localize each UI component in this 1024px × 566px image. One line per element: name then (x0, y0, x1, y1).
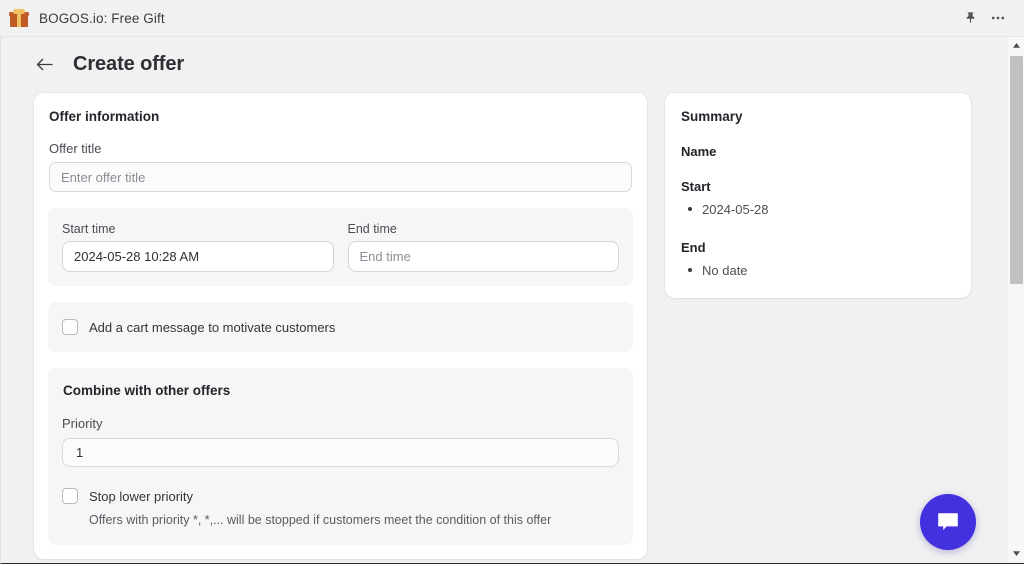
summary-end-heading: End (681, 240, 955, 255)
page-header: Create offer (1, 37, 1008, 83)
offer-information-title: Offer information (48, 109, 633, 124)
stop-lower-priority-checkbox-row[interactable]: Stop lower priority (62, 488, 619, 504)
page-columns: Offer information Offer title Start time (1, 83, 1008, 559)
list-item: No date (681, 261, 955, 281)
priority-label: Priority (62, 416, 619, 431)
combine-offers-panel: Combine with other offers Priority Stop … (48, 368, 633, 545)
time-row: Start time End time (62, 222, 619, 272)
offer-title-field-group: Offer title (48, 141, 633, 192)
cart-message-label: Add a cart message to motivate customers (89, 320, 335, 335)
gift-icon (9, 8, 29, 28)
offer-information-card: Offer information Offer title Start time (34, 93, 647, 559)
end-time-input[interactable] (348, 241, 620, 272)
schedule-panel: Start time End time (48, 208, 633, 286)
offer-title-label: Offer title (49, 141, 632, 156)
stop-lower-priority-group: Stop lower priority Offers with priority… (62, 488, 619, 529)
cart-message-checkbox[interactable] (62, 319, 78, 335)
caret-up-icon[interactable] (1008, 37, 1024, 54)
start-time-input[interactable] (62, 241, 334, 272)
cart-message-panel: Add a cart message to motivate customers (48, 302, 633, 352)
cart-message-checkbox-row[interactable]: Add a cart message to motivate customers (62, 319, 619, 335)
list-item: 2024-05-28 (681, 200, 955, 220)
summary-end-list: No date (681, 261, 955, 281)
page-title: Create offer (73, 53, 184, 76)
stop-lower-priority-checkbox[interactable] (62, 488, 78, 504)
more-horizontal-icon[interactable] (984, 4, 1012, 32)
offer-title-input[interactable] (49, 162, 632, 192)
summary-start-heading: Start (681, 179, 955, 194)
summary-name-heading: Name (681, 144, 955, 159)
summary-title: Summary (681, 109, 955, 124)
summary-start-list: 2024-05-28 (681, 200, 955, 220)
app-title: BOGOS.io: Free Gift (39, 11, 165, 26)
caret-down-icon[interactable] (1008, 545, 1024, 562)
priority-input[interactable] (62, 438, 619, 467)
app-content-area: Create offer Offer information Offer tit… (0, 37, 1024, 564)
start-time-label: Start time (62, 222, 334, 236)
stop-lower-priority-help-text: Offers with priority *, *,... will be st… (89, 512, 619, 529)
priority-field-group: Priority (62, 416, 619, 467)
vertical-scrollbar[interactable] (1007, 37, 1024, 562)
scrollable-page: Create offer Offer information Offer tit… (1, 37, 1008, 562)
start-time-field-group: Start time (62, 222, 334, 272)
scrollbar-thumb[interactable] (1010, 56, 1023, 284)
right-column: Summary Name Start 2024-05-28 End No dat… (665, 93, 971, 298)
summary-card: Summary Name Start 2024-05-28 End No dat… (665, 93, 971, 298)
stop-lower-priority-label: Stop lower priority (89, 489, 193, 504)
end-time-field-group: End time (348, 222, 620, 272)
chat-bubble-icon[interactable] (920, 494, 976, 550)
combine-offers-title: Combine with other offers (62, 383, 619, 398)
left-column: Offer information Offer title Start time (34, 93, 647, 559)
arrow-left-icon[interactable] (33, 54, 55, 76)
pin-icon[interactable] (956, 4, 984, 32)
end-time-label: End time (348, 222, 620, 236)
browser-title-bar: BOGOS.io: Free Gift (0, 0, 1024, 37)
